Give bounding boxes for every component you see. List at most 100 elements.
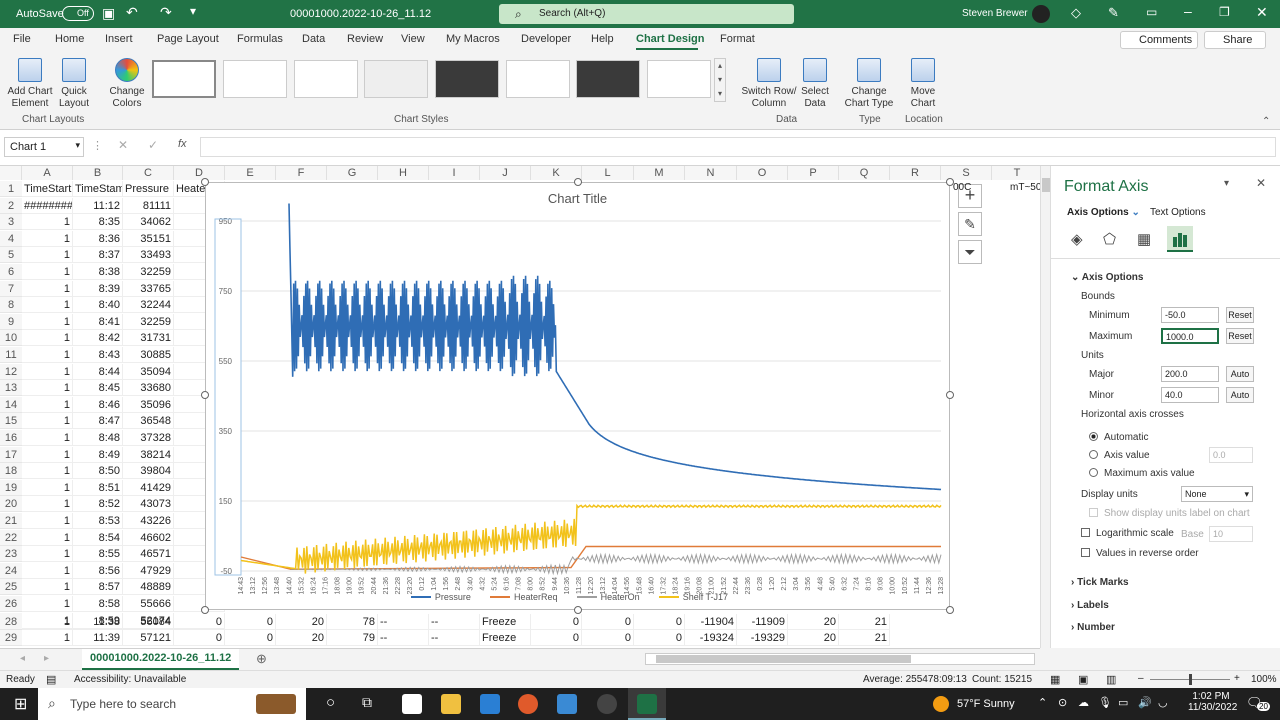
cell[interactable]: 1 xyxy=(22,363,73,380)
chart-styles-button[interactable]: ✎ xyxy=(958,212,982,236)
row-header[interactable]: 26 xyxy=(0,596,22,612)
cell[interactable]: 35151 xyxy=(123,230,174,247)
show-hidden-icons[interactable]: ⌃ xyxy=(1038,696,1047,709)
cell[interactable]: 0 xyxy=(531,614,582,630)
cell[interactable]: Freeze xyxy=(480,614,531,630)
cell[interactable]: 8:36 xyxy=(73,230,123,247)
next-sheet-icon[interactable]: ▸ xyxy=(44,653,49,664)
cell[interactable]: TimeStart xyxy=(22,181,73,197)
column-header-d[interactable]: D xyxy=(174,166,225,180)
cell[interactable]: -- xyxy=(378,630,429,646)
file-explorer-icon[interactable] xyxy=(441,694,461,714)
excel-taskbar-button[interactable] xyxy=(628,688,666,720)
cell[interactable]: 1 xyxy=(22,330,73,347)
zoom-slider-thumb[interactable] xyxy=(1189,674,1192,685)
save-icon[interactable]: ▣ xyxy=(102,5,115,22)
minor-auto-button[interactable]: Auto xyxy=(1226,387,1254,403)
fx-icon[interactable]: fx xyxy=(178,138,187,150)
cell[interactable]: 1 xyxy=(22,579,73,596)
tab-view[interactable]: View xyxy=(401,33,425,45)
change-colors-button[interactable]: Change Colors xyxy=(106,58,148,110)
resize-handle-sw[interactable] xyxy=(201,606,209,614)
column-header-c[interactable]: C xyxy=(123,166,174,180)
cell[interactable]: 20 xyxy=(276,630,327,646)
row-header[interactable]: 15 xyxy=(0,413,22,430)
cell[interactable]: -11904 xyxy=(685,614,737,630)
cell[interactable]: 35094 xyxy=(123,363,174,380)
redo-icon[interactable]: ↷ xyxy=(160,4,172,21)
customize-qat-icon[interactable]: ▾ xyxy=(190,4,196,18)
cell[interactable]: 8:38 xyxy=(73,264,123,280)
mic-icon[interactable]: 🎙 xyxy=(1098,696,1112,709)
cell[interactable]: 33493 xyxy=(123,247,174,264)
cell[interactable]: 20 xyxy=(788,630,839,646)
cell[interactable]: 8:46 xyxy=(73,396,123,413)
cell[interactable]: 78 xyxy=(327,614,378,630)
row-header[interactable]: 16 xyxy=(0,430,22,446)
cell[interactable]: 1 xyxy=(22,614,73,630)
wifi-icon[interactable]: ◡ xyxy=(1158,696,1168,709)
cell[interactable]: 8:41 xyxy=(73,313,123,330)
pane-close-icon[interactable]: ✕ xyxy=(1256,176,1266,190)
cell[interactable]: Freeze xyxy=(480,630,531,646)
chart-style-5[interactable] xyxy=(435,60,499,98)
cell[interactable]: -11909 xyxy=(737,614,788,630)
section-tick-marks[interactable]: › Tick Marks xyxy=(1071,577,1129,588)
chart-style-8[interactable] xyxy=(647,60,711,98)
column-header-j[interactable]: J xyxy=(480,166,531,180)
cell[interactable]: 1 xyxy=(22,230,73,247)
cell[interactable]: 0 xyxy=(634,614,685,630)
tab-formulas[interactable]: Formulas xyxy=(237,33,283,45)
cell[interactable]: -19329 xyxy=(737,630,788,646)
column-header-k[interactable]: K xyxy=(531,166,582,180)
scroll-thumb[interactable] xyxy=(1042,178,1050,192)
maximum-input[interactable]: 1000.0 xyxy=(1161,328,1219,344)
row-header[interactable]: 19 xyxy=(0,479,22,496)
row-header[interactable]: 25 xyxy=(0,579,22,596)
cell[interactable]: 1 xyxy=(22,396,73,413)
avatar[interactable] xyxy=(1032,5,1050,23)
cell[interactable]: 39804 xyxy=(123,463,174,480)
chart[interactable]: Chart Title 950 750 550 350 150 -50 14:43 13:12… xyxy=(201,178,954,614)
weather[interactable]: 57°F Sunny xyxy=(957,698,1015,710)
row-header[interactable]: 10 xyxy=(0,330,22,347)
cell[interactable]: 33680 xyxy=(123,380,174,397)
cell[interactable]: 32259 xyxy=(123,313,174,330)
chart-style-2[interactable] xyxy=(223,60,287,98)
cell[interactable]: 35096 xyxy=(123,396,174,413)
cell[interactable]: 8:44 xyxy=(73,363,123,380)
column-header-h[interactable]: H xyxy=(378,166,429,180)
cell[interactable]: 21 xyxy=(839,630,890,646)
section-labels[interactable]: › Labels xyxy=(1071,600,1109,611)
row-header[interactable]: 9 xyxy=(0,313,22,330)
cell[interactable]: 8:56 xyxy=(73,562,123,579)
row-header[interactable]: 18 xyxy=(0,463,22,480)
brave-icon[interactable] xyxy=(518,694,538,714)
row-header[interactable]: 14 xyxy=(0,396,22,413)
cell[interactable]: 0 xyxy=(582,630,634,646)
cell[interactable]: 8:57 xyxy=(73,579,123,596)
row-header[interactable]: 3 xyxy=(0,214,22,231)
cell[interactable]: 46571 xyxy=(123,546,174,563)
tab-help[interactable]: Help xyxy=(591,33,614,45)
clock[interactable]: 1:02 PM 11/30/2022 xyxy=(1188,691,1237,713)
styles-scroll[interactable]: ▴ ▾ ▾ xyxy=(714,58,726,102)
cell[interactable]: -- xyxy=(429,630,480,646)
cell[interactable]: -- xyxy=(429,614,480,630)
tab-page-layout[interactable]: Page Layout xyxy=(157,33,219,45)
minimum-input[interactable]: -50.0 xyxy=(1161,307,1219,323)
zoom-in-icon[interactable]: + xyxy=(1234,673,1240,684)
cell[interactable]: 0 xyxy=(634,630,685,646)
cell[interactable]: 46602 xyxy=(123,529,174,546)
cell-t1[interactable]: mT~50 xyxy=(1010,182,1040,193)
display-units-select[interactable]: None ▾ xyxy=(1181,486,1253,502)
cell[interactable]: 57121 xyxy=(123,630,174,646)
cell[interactable]: 1 xyxy=(22,430,73,446)
cell[interactable]: 8:53 xyxy=(73,513,123,529)
task-view-icon[interactable]: ⧉ xyxy=(362,694,372,711)
cell[interactable]: 34062 xyxy=(123,214,174,231)
cell[interactable]: 8:42 xyxy=(73,330,123,347)
switch-row-column-button[interactable]: Switch Row/ Column xyxy=(740,58,798,110)
autosave-toggle[interactable]: Off xyxy=(62,6,94,21)
cell[interactable]: 48889 xyxy=(123,579,174,596)
